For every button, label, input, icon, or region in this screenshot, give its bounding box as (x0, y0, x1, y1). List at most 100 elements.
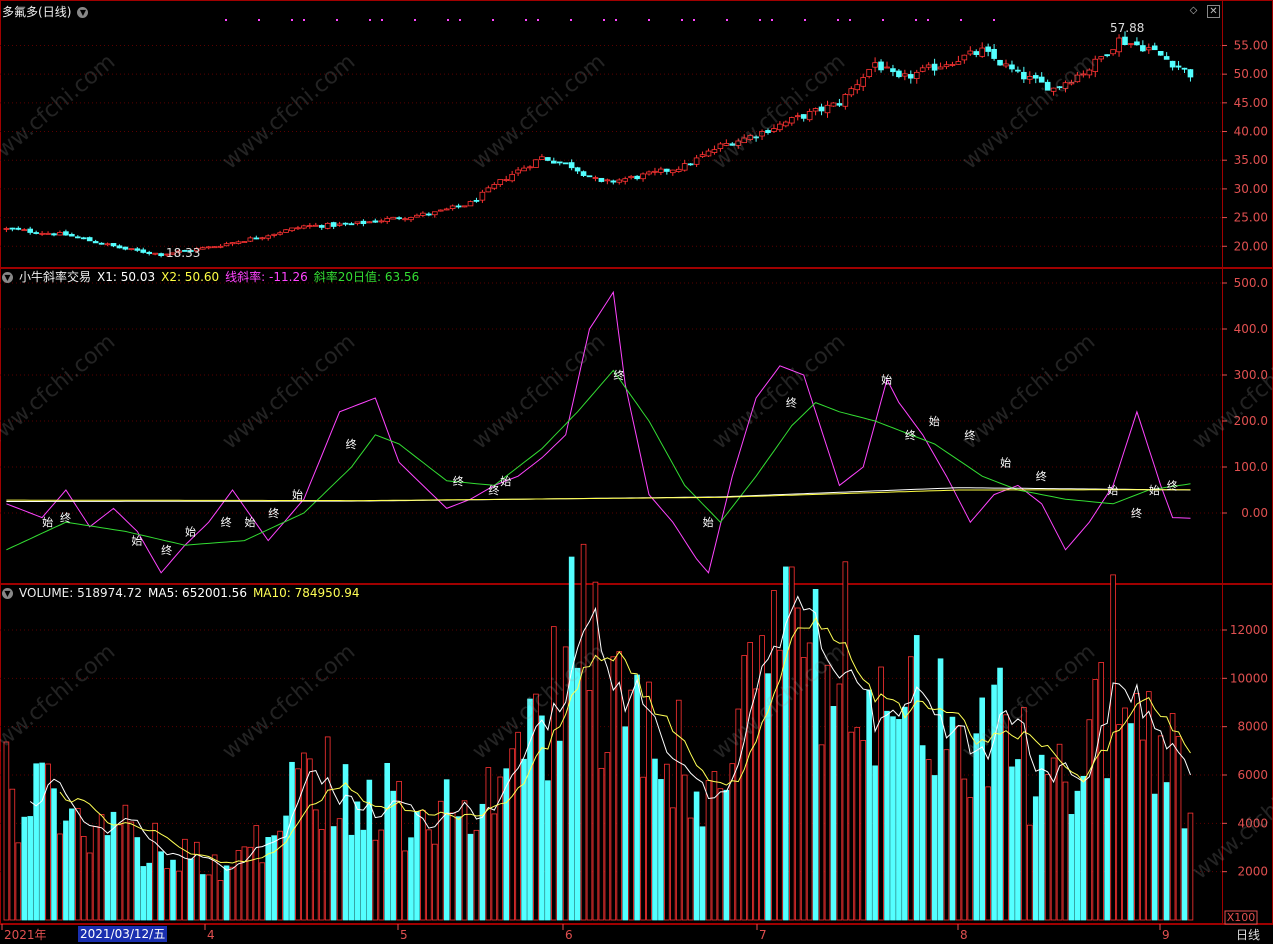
candle (1151, 45, 1158, 51)
volume-value: VOLUME: 518974.72 (19, 586, 142, 600)
period-label: (日线) (38, 5, 72, 19)
panel-frame (0, 0, 1273, 268)
volume-bar (271, 835, 277, 921)
candle (515, 169, 521, 174)
volume-bar (69, 808, 75, 921)
candle (354, 221, 361, 224)
candle (687, 163, 694, 166)
indicator-line (6, 489, 1191, 502)
volume-bar (277, 830, 283, 921)
volume-bar (408, 837, 414, 921)
signal-label: 始 (244, 515, 255, 529)
signal-dot (759, 19, 761, 21)
candle (664, 168, 670, 172)
candle (562, 162, 569, 165)
candle (271, 233, 277, 236)
volume-bar (842, 561, 849, 921)
candle (9, 227, 16, 230)
signal-dot (537, 19, 539, 21)
volume-bar (449, 812, 456, 921)
candle (134, 248, 141, 251)
watermark: www.cfchi.com (708, 329, 850, 454)
volume-bar (336, 818, 343, 921)
signal-dot (648, 19, 650, 21)
chevron-down-icon[interactable]: ▼ (2, 588, 13, 599)
ytick-label: 55.00 (1234, 38, 1268, 52)
candle (485, 187, 492, 193)
candle (943, 64, 950, 68)
volume-bar (902, 706, 908, 921)
candle (586, 175, 593, 178)
volume-bar (717, 788, 724, 921)
candle (372, 220, 379, 223)
volume-bar (1044, 774, 1051, 921)
candle (872, 62, 878, 68)
diamond-icon[interactable]: ◇ (1188, 5, 1199, 16)
signal-dot (804, 19, 806, 21)
chart-canvas[interactable]: 55.0050.0045.0040.0035.0030.0025.0020.00… (0, 0, 1273, 944)
volume-bar (3, 741, 10, 921)
volume-bar (485, 767, 492, 921)
watermark: www.cfchi.com (0, 639, 120, 764)
volume-bar (330, 826, 337, 921)
signal-dot (915, 19, 917, 21)
candle (890, 68, 896, 73)
candle (1110, 49, 1116, 55)
ytick-label: 45.00 (1234, 96, 1268, 110)
candle (675, 168, 682, 172)
chevron-down-icon[interactable]: ▼ (2, 272, 13, 283)
volume-bar (86, 852, 93, 921)
volume-bar (634, 674, 640, 921)
close-icon[interactable]: ✕ (1207, 5, 1220, 18)
volume-bar (1038, 754, 1045, 921)
chevron-down-icon[interactable]: ▼ (77, 7, 89, 18)
volume-bar (366, 779, 373, 921)
candle (919, 67, 926, 72)
candle (908, 74, 914, 79)
volume-bar (687, 817, 694, 921)
volume-bar (57, 833, 63, 921)
volume-bar (961, 778, 968, 921)
signal-dot (837, 19, 839, 21)
volume-bar (913, 635, 920, 921)
candle (342, 222, 349, 225)
volume-bar (80, 835, 87, 921)
volume-bar (348, 834, 355, 921)
indicator-name: 小牛斜率交易 (19, 270, 92, 284)
volume-bar (1003, 714, 1009, 921)
slope-ma20-value: 斜率20日值: 63.56 (313, 270, 420, 284)
signal-dot (681, 19, 683, 21)
volume-bar (556, 740, 563, 921)
candle (509, 173, 515, 182)
volume-bar (1068, 814, 1075, 921)
candle (670, 169, 676, 174)
volume-bar (848, 731, 855, 921)
candle (794, 115, 801, 118)
volume-bar (967, 797, 974, 921)
volume-bar (860, 740, 866, 921)
candle (396, 217, 402, 220)
ytick-label: 30.00 (1234, 182, 1268, 196)
signal-label: 始 (703, 515, 714, 529)
candle (461, 205, 468, 208)
volume-bar (211, 854, 218, 921)
vol-unit-label: X100 (1227, 911, 1256, 924)
candle (556, 161, 563, 164)
ytick-label: 6000 (1237, 768, 1268, 782)
candle (21, 229, 28, 232)
volume-bar (1134, 693, 1140, 921)
candle (622, 178, 628, 182)
candle (473, 199, 480, 202)
candle (937, 66, 944, 70)
volume-bar (116, 824, 123, 921)
volume-bar (872, 765, 878, 921)
candle (86, 237, 93, 242)
volume-bar (818, 744, 825, 921)
signal-dot (459, 19, 461, 21)
volume-bar (1116, 724, 1122, 921)
watermark: www.cfchi.com (218, 329, 360, 454)
volume-bar (92, 826, 99, 921)
candle (1181, 67, 1188, 70)
volume-bar (997, 667, 1003, 921)
watermark: www.cfchi.com (958, 639, 1100, 764)
